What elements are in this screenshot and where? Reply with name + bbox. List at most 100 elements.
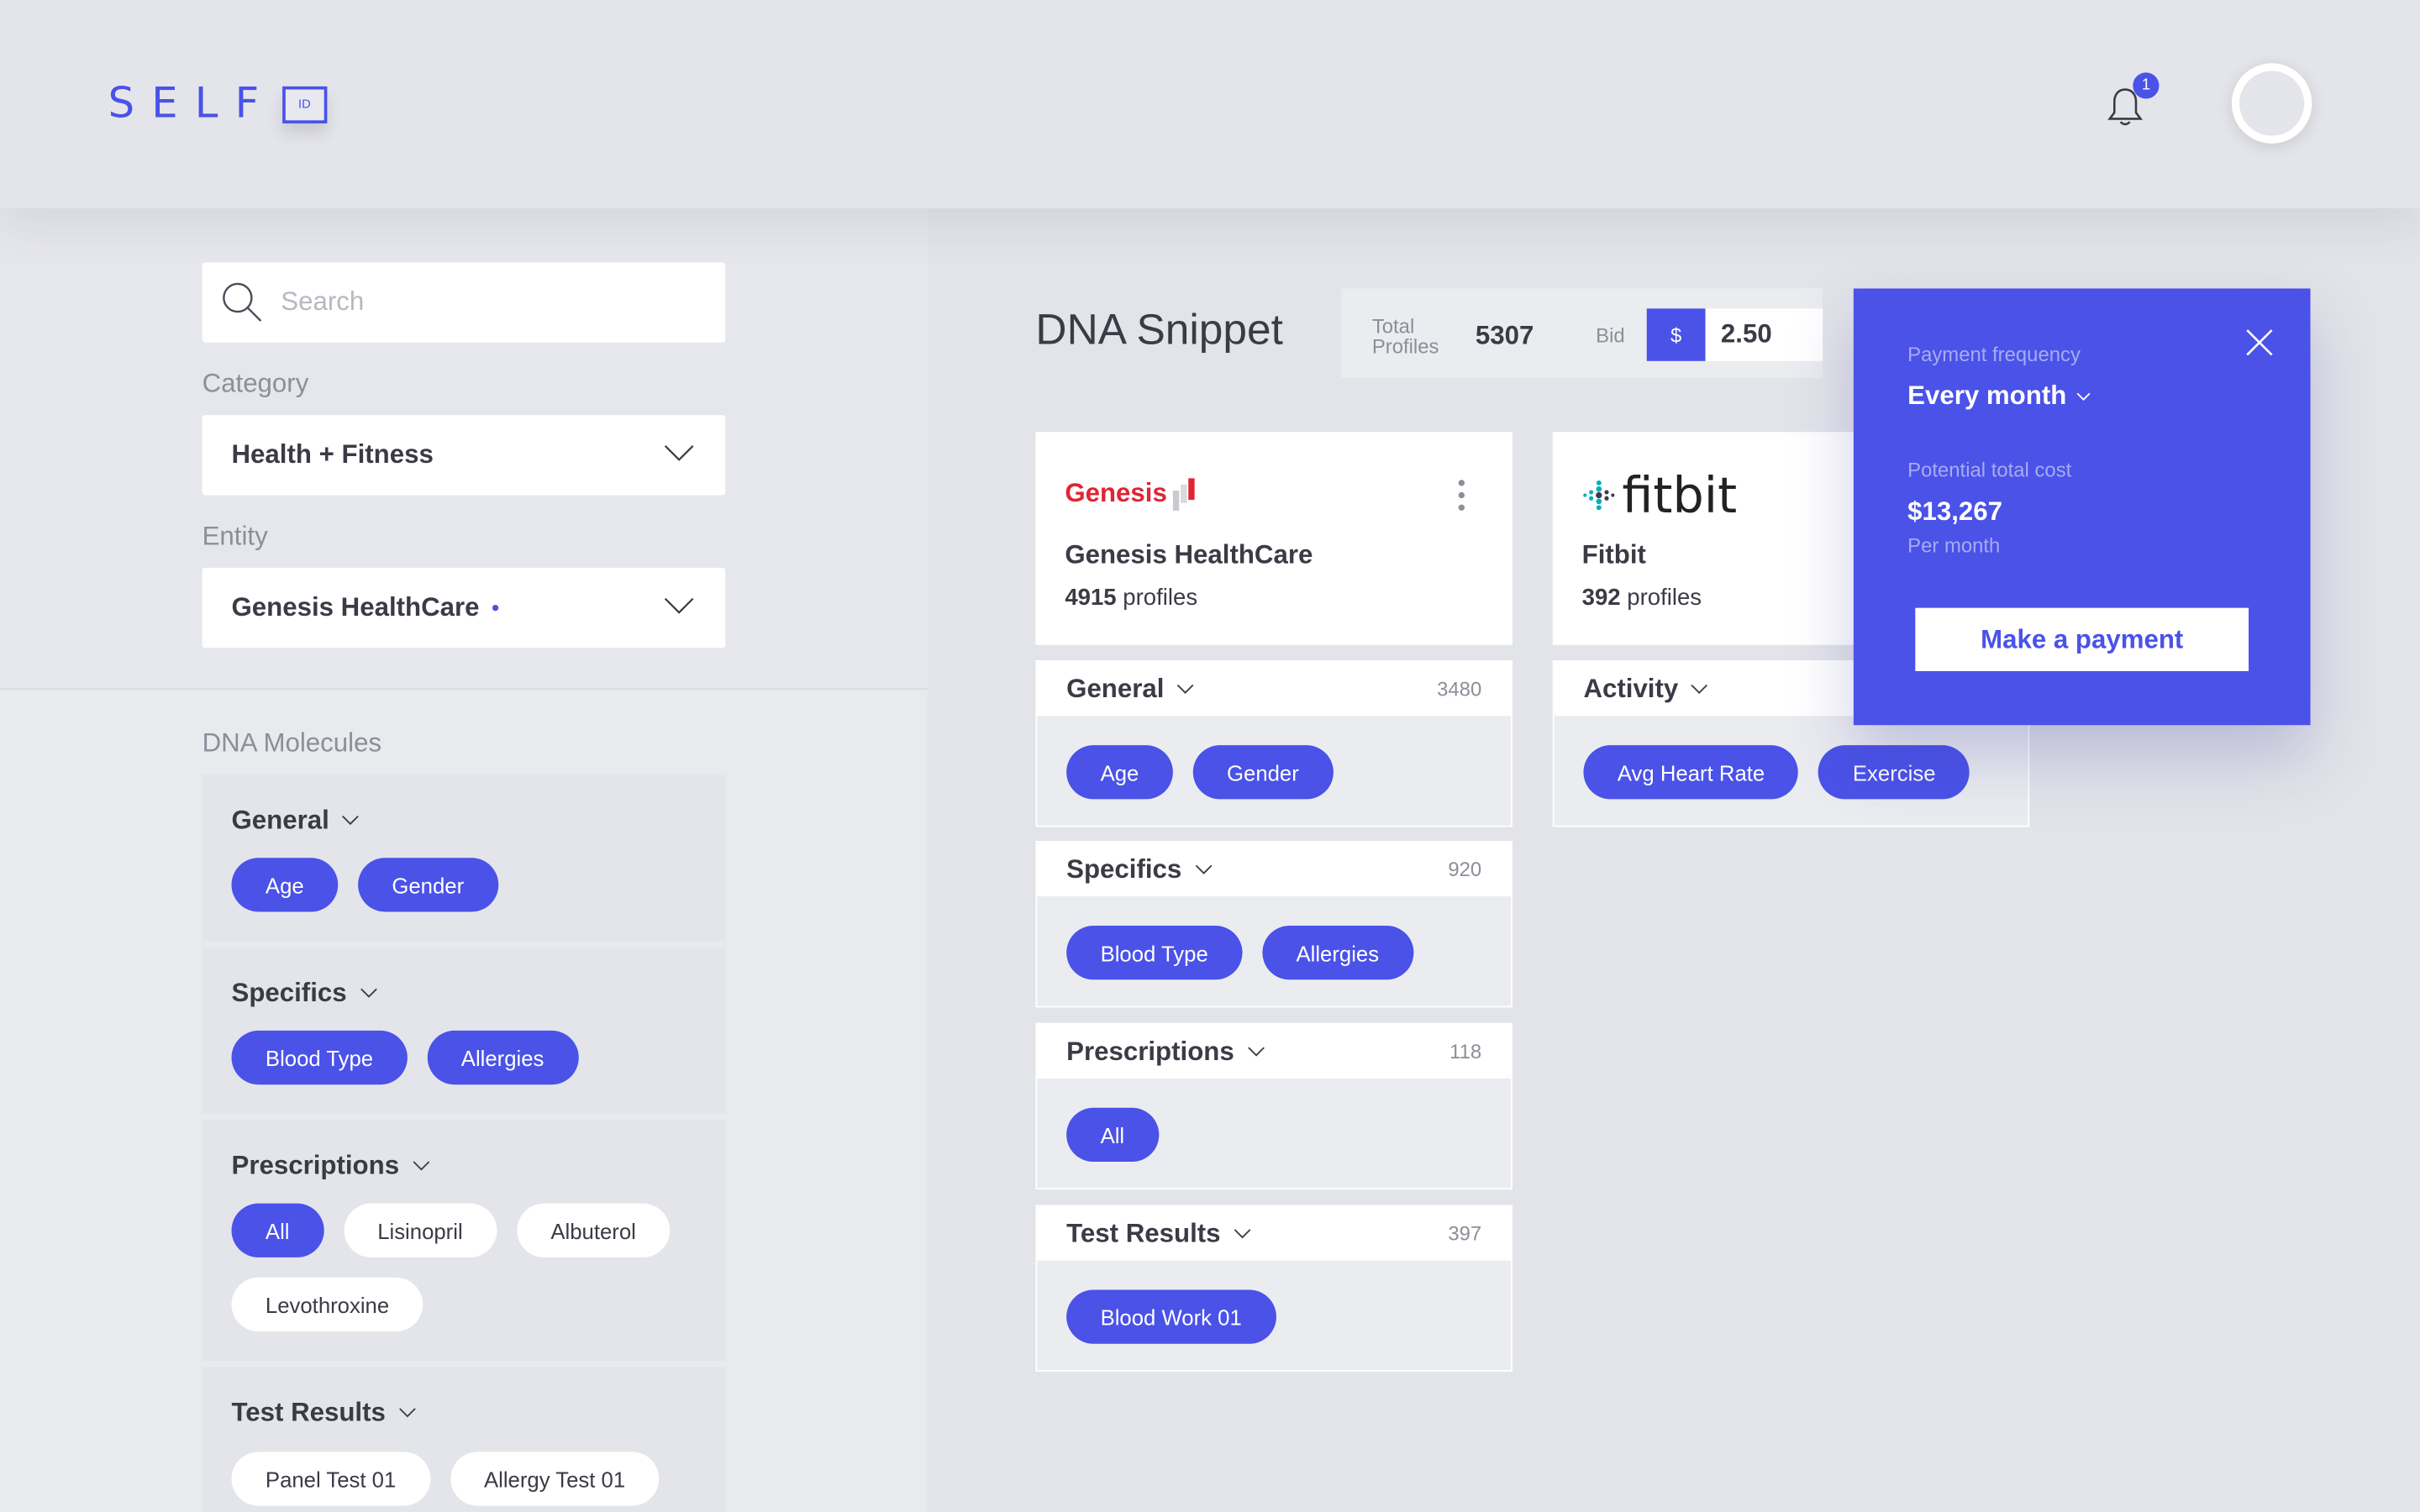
stats-bar: Total Profiles 5307 Bid $ 2.50: [1341, 288, 1823, 378]
payment-frequency-select[interactable]: Every month: [1907, 381, 2091, 412]
molecule-group-title: Prescriptions: [231, 1151, 400, 1181]
logo-badge: ID: [281, 85, 327, 123]
logo-text: SELF: [108, 80, 276, 129]
chevron-down-icon: [664, 445, 694, 461]
molecule-group-title: Test Results: [231, 1398, 386, 1427]
snippet-category-header[interactable]: Prescriptions 118: [1037, 1024, 1512, 1079]
chevron-down-icon: [2076, 391, 2091, 401]
entity-profiles-count: 392: [1581, 585, 1621, 612]
total-profiles-label-line1: Total: [1371, 314, 1415, 339]
molecule-group-general: General Age Gender: [202, 774, 726, 942]
app-header: SELF ID 1: [0, 0, 2420, 208]
snippet-category-title: General: [1066, 674, 1165, 704]
fitbit-logo-text: fitbit: [1622, 465, 1738, 525]
payment-frequency-value: Every month: [1907, 381, 2067, 411]
chip-gender[interactable]: Gender: [1192, 745, 1334, 800]
chip-all[interactable]: All: [1066, 1107, 1159, 1163]
molecule-group-header[interactable]: Prescriptions: [232, 1151, 430, 1182]
chip-avg-heart-rate[interactable]: Avg Heart Rate: [1583, 745, 1799, 800]
chevron-down-icon: [1177, 684, 1194, 694]
total-profiles-label: Total Profiles: [1372, 317, 1439, 357]
molecule-group-title: Specifics: [231, 978, 347, 1008]
molecule-group-specifics: Specifics Blood Type Allergies: [202, 947, 726, 1115]
potential-cost-period: Per month: [1907, 533, 2001, 558]
snippet-category-count: 397: [1448, 1221, 1482, 1246]
payment-popup: Payment frequency Every month Potential …: [1853, 288, 2311, 726]
chip-allergy-test[interactable]: Allergy Test 01: [450, 1452, 660, 1506]
chip-allergies[interactable]: Allergies: [427, 1030, 578, 1085]
chip-blood-work[interactable]: Blood Work 01: [1066, 1289, 1276, 1344]
logo[interactable]: SELF ID: [108, 80, 327, 129]
chip-age[interactable]: Age: [231, 858, 339, 912]
entity-profiles-count: 4915: [1065, 585, 1117, 612]
chip-levothroxine[interactable]: Levothroxine: [231, 1277, 424, 1332]
chip-lisinopril[interactable]: Lisinopril: [343, 1203, 497, 1257]
category-select[interactable]: Health + Fitness: [202, 415, 726, 496]
molecule-group-header[interactable]: General: [232, 806, 360, 837]
search-box: [202, 262, 726, 343]
chip-gender[interactable]: Gender: [357, 858, 498, 912]
notification-badge: 1: [2133, 72, 2160, 99]
dna-molecules-title: DNA Molecules: [202, 727, 382, 758]
chip-allergies[interactable]: Allergies: [1262, 926, 1413, 980]
chip-albuterol[interactable]: Albuterol: [516, 1203, 671, 1257]
snippet-category-specifics: Specifics 920 Blood Type Allergies: [1035, 841, 1512, 1008]
avatar[interactable]: [2231, 63, 2312, 144]
entity-label: Entity: [202, 521, 268, 551]
search-icon: [223, 282, 262, 322]
currency-button[interactable]: $: [1646, 308, 1706, 361]
category-label: Category: [202, 368, 309, 398]
entity-name: Genesis HealthCare: [1065, 539, 1313, 570]
chip-panel-test[interactable]: Panel Test 01: [231, 1452, 430, 1506]
chevron-down-icon: [1247, 1047, 1265, 1057]
entity-select[interactable]: Genesis HealthCare: [202, 567, 726, 648]
chip-blood-type[interactable]: Blood Type: [1066, 926, 1243, 980]
filter-top-panel: Category Health + Fitness Entity Genesis…: [0, 207, 928, 690]
chip-exercise[interactable]: Exercise: [1818, 745, 1970, 800]
entity-profiles: 4915 profiles: [1065, 585, 1197, 611]
entity-name: Fitbit: [1581, 539, 1646, 570]
fitbit-dots-icon: [1583, 480, 1615, 511]
snippet-category-header[interactable]: Test Results 397: [1037, 1206, 1512, 1261]
category-value: Health + Fitness: [231, 439, 434, 470]
molecule-group-header[interactable]: Test Results: [232, 1398, 417, 1429]
snippet-category-count: 118: [1449, 1039, 1482, 1063]
entity-value: Genesis HealthCare: [231, 592, 480, 622]
chevron-down-icon: [664, 597, 694, 614]
molecule-group-test-results: Test Results Panel Test 01 Allergy Test …: [202, 1367, 726, 1512]
molecule-group-header[interactable]: Specifics: [232, 978, 378, 1009]
chevron-down-icon: [398, 1408, 416, 1418]
chip-all[interactable]: All: [231, 1203, 324, 1257]
snippet-category-test-results: Test Results 397 Blood Work 01: [1035, 1205, 1512, 1372]
close-icon[interactable]: [2245, 328, 2273, 356]
snippet-category-prescriptions: Prescriptions 118 All: [1035, 1022, 1512, 1190]
chip-blood-type[interactable]: Blood Type: [231, 1030, 408, 1085]
chevron-down-icon: [412, 1161, 429, 1171]
fitbit-logo: fitbit: [1582, 465, 1738, 525]
total-profiles-value: 5307: [1475, 321, 1534, 350]
snippet-category-header[interactable]: General 3480: [1037, 661, 1512, 717]
entity-profiles-suffix: profiles: [1620, 585, 1702, 612]
snippet-category-header[interactable]: Specifics 920: [1037, 842, 1512, 897]
molecule-group-prescriptions: Prescriptions All Lisinopril Albuterol L…: [202, 1120, 726, 1361]
genesis-logo-text: Genesis: [1065, 478, 1167, 508]
payment-frequency-label: Payment frequency: [1907, 342, 2081, 366]
entity-card-genesis[interactable]: Genesis Genesis HealthCare 4915 profiles: [1035, 432, 1512, 645]
more-options-icon[interactable]: [1457, 478, 1466, 512]
entity-profiles-suffix: profiles: [1116, 585, 1198, 612]
make-payment-button[interactable]: Make a payment: [1915, 607, 2249, 671]
chevron-down-icon: [1234, 1229, 1251, 1239]
search-input[interactable]: [281, 286, 682, 318]
snippet-category-title: Test Results: [1066, 1218, 1221, 1248]
potential-cost-value: $13,267: [1907, 496, 2003, 527]
bid-input[interactable]: 2.50: [1705, 308, 1823, 361]
snippet-category-general: General 3480 Age Gender: [1035, 660, 1512, 827]
chevron-down-icon: [342, 815, 360, 826]
potential-cost-label: Potential total cost: [1907, 458, 2072, 482]
bid-label: Bid: [1596, 323, 1625, 348]
snippet-category-count: 3480: [1437, 677, 1482, 701]
snippet-category-title: Specifics: [1066, 854, 1182, 885]
molecule-group-title: General: [231, 805, 329, 835]
chip-age[interactable]: Age: [1066, 745, 1173, 800]
genesis-logo-mark: [1173, 478, 1195, 511]
